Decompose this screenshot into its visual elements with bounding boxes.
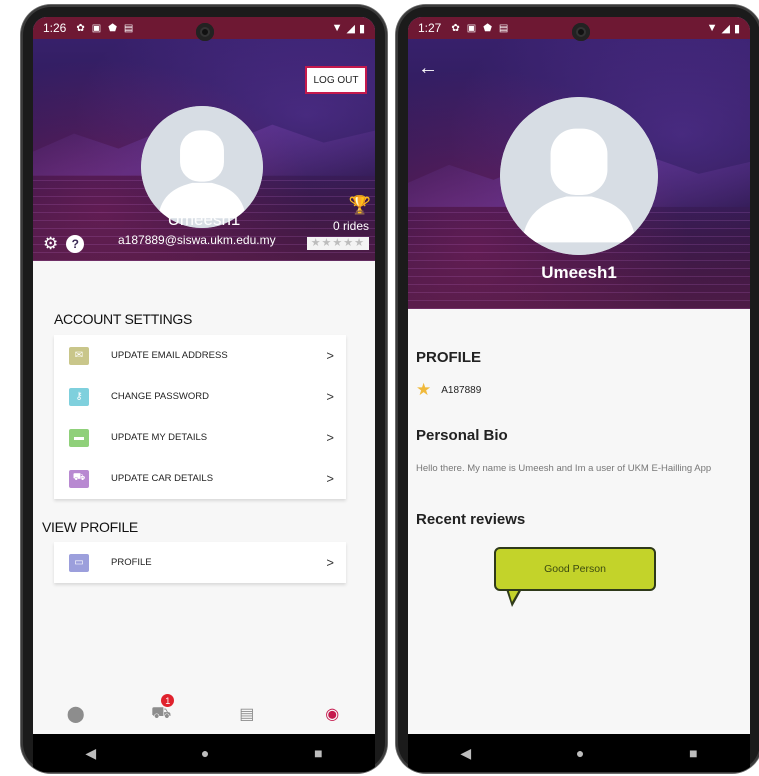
- camera-cutout: [572, 23, 590, 41]
- view-profile-card: ▭ PROFILE >: [54, 542, 346, 583]
- bottom-navigation: ⬤ ⛟ 1 ▤ ◉: [33, 694, 375, 734]
- chevron-right-icon: >: [326, 389, 334, 404]
- matric-row: ★ A187889: [416, 380, 481, 400]
- logout-button[interactable]: LOG OUT: [305, 66, 367, 94]
- view-profile-title: VIEW PROFILE: [42, 519, 138, 535]
- nav-schedule-tab[interactable]: ▤: [232, 702, 262, 726]
- trophy-icon: 🏆: [348, 195, 371, 215]
- wifi-icon: ▼: [706, 21, 718, 34]
- car-icon: ⛟: [69, 469, 89, 488]
- star-icon: ★: [416, 380, 432, 399]
- update-details-row[interactable]: ▬ UPDATE MY DETAILS >: [54, 417, 346, 458]
- profile-section-title: PROFILE: [416, 349, 482, 366]
- back-triangle-icon[interactable]: ◀: [460, 745, 471, 762]
- camera-cutout: [196, 23, 214, 41]
- system-navigation-bar: ◀ ● ■: [33, 734, 375, 772]
- folder-icon: ▬: [69, 428, 89, 447]
- phone-frame-right: 1:27 ✿ ▣ ⬟ ▤ ▼ ◢ ▮ ← Umeesh1 PROFILE ★ A…: [396, 5, 759, 773]
- nav-rides-tab[interactable]: ⛟ 1: [146, 694, 176, 726]
- account-circle-icon: ◉: [325, 706, 340, 723]
- gear-icon[interactable]: ⚙: [43, 235, 58, 253]
- card-icon: ▭: [69, 553, 89, 572]
- signal-icon: ◢: [721, 22, 730, 35]
- review-bubble: Good Person: [494, 547, 664, 617]
- app-notification-icon: ▣: [91, 22, 102, 34]
- email-icon: ✉: [69, 346, 89, 365]
- profile-screen: 1:27 ✿ ▣ ⬟ ▤ ▼ ◢ ▮ ← Umeesh1 PROFILE ★ A…: [408, 17, 750, 734]
- review-text: Good Person: [494, 547, 656, 591]
- car-icon: ⛟: [151, 705, 172, 722]
- shield-notification-icon: ⬟: [483, 22, 492, 34]
- rides-count: 0 rides: [332, 219, 369, 233]
- sd-card-icon: ▤: [123, 22, 134, 34]
- profile-email: a187889@siswa.ukm.edu.my: [118, 233, 276, 247]
- chevron-right-icon: >: [326, 471, 334, 486]
- personal-bio-text: Hello there. My name is Umeesh and Im a …: [416, 463, 712, 474]
- account-settings-title: ACCOUNT SETTINGS: [54, 311, 193, 327]
- profile-header: ← Umeesh1: [408, 17, 750, 309]
- battery-icon: ▮: [733, 22, 740, 35]
- recent-reviews-title: Recent reviews: [416, 511, 526, 528]
- profile-header: LOG OUT Umeesh1 a187889@siswa.ukm.edu.my…: [33, 17, 375, 261]
- phone-frame-left: 1:26 ✿ ▣ ⬟ ▤ ▼ ◢ ▮ LOG OUT Umeesh1 a1878…: [21, 5, 387, 773]
- sd-card-icon: ▤: [498, 22, 509, 34]
- matric-id: A187889: [441, 384, 482, 396]
- app-notification-icon: ▣: [466, 22, 477, 34]
- back-triangle-icon[interactable]: ◀: [85, 745, 96, 762]
- recents-square-icon[interactable]: ■: [314, 745, 322, 761]
- setting-label: CHANGE PASSWORD: [111, 391, 210, 402]
- account-settings-card: ✉ UPDATE EMAIL ADDRESS > ⚷ CHANGE PASSWO…: [54, 335, 346, 499]
- personal-bio-title: Personal Bio: [416, 427, 508, 444]
- signal-icon: ◢: [346, 22, 355, 35]
- chevron-right-icon: >: [326, 348, 334, 363]
- setting-label: UPDATE MY DETAILS: [111, 432, 208, 443]
- rating-stars: ★★★★★: [306, 237, 369, 250]
- shield-notification-icon: ⬟: [108, 22, 117, 34]
- profile-username: Umeesh1: [167, 210, 241, 229]
- account-screen: 1:26 ✿ ▣ ⬟ ▤ ▼ ◢ ▮ LOG OUT Umeesh1 a1878…: [33, 17, 375, 734]
- settings-notification-icon: ✿: [451, 22, 460, 34]
- battery-icon: ▮: [358, 22, 365, 35]
- status-time: 1:26: [43, 21, 67, 35]
- calendar-icon: ▤: [239, 706, 255, 723]
- setting-label: UPDATE EMAIL ADDRESS: [111, 350, 228, 361]
- home-circle-icon[interactable]: ●: [201, 745, 209, 761]
- notification-badge: 1: [161, 694, 175, 707]
- change-password-row[interactable]: ⚷ CHANGE PASSWORD >: [54, 376, 346, 417]
- nav-location-tab[interactable]: ⬤: [61, 702, 91, 726]
- profile-username: Umeesh1: [541, 263, 617, 282]
- status-time: 1:27: [418, 21, 442, 35]
- system-navigation-bar: ◀ ● ■: [408, 734, 750, 772]
- chevron-right-icon: >: [326, 555, 334, 570]
- profile-row[interactable]: ▭ PROFILE >: [54, 542, 346, 583]
- wifi-icon: ▼: [331, 21, 343, 34]
- back-arrow-icon[interactable]: ←: [418, 57, 438, 80]
- chevron-right-icon: >: [326, 430, 334, 445]
- setting-label: UPDATE CAR DETAILS: [111, 473, 214, 484]
- key-icon: ⚷: [69, 387, 89, 406]
- user-silhouette-icon: [500, 97, 658, 255]
- recents-square-icon[interactable]: ■: [689, 745, 697, 761]
- home-circle-icon[interactable]: ●: [576, 745, 584, 761]
- update-email-row[interactable]: ✉ UPDATE EMAIL ADDRESS >: [54, 335, 346, 376]
- update-car-row[interactable]: ⛟ UPDATE CAR DETAILS >: [54, 458, 346, 499]
- nav-account-tab[interactable]: ◉: [317, 702, 347, 726]
- avatar: [500, 97, 658, 255]
- setting-label: PROFILE: [111, 557, 152, 568]
- help-icon[interactable]: ?: [66, 235, 85, 253]
- settings-notification-icon: ✿: [76, 22, 85, 34]
- location-pin-icon: ⬤: [66, 706, 85, 723]
